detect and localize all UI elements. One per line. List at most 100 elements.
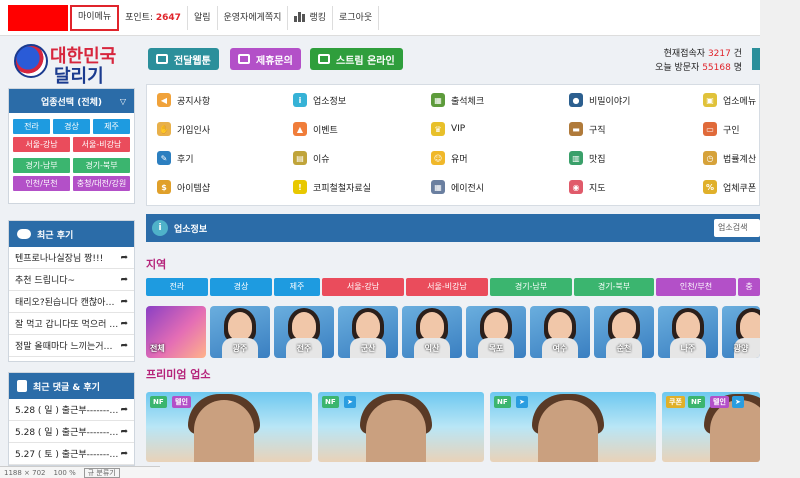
logout-link[interactable]: 로그아웃 xyxy=(333,5,380,30)
region-thumbnail[interactable]: 여수 xyxy=(530,306,590,358)
menu-item-14[interactable]: ▥ 맛집 xyxy=(569,148,606,168)
partnership-label: 제휴문의 xyxy=(256,55,293,67)
menu-item-10[interactable]: ▭ 구인 xyxy=(703,119,740,139)
partnership-button[interactable]: 제휴문의 xyxy=(230,48,301,70)
premium-tag: 텔인 xyxy=(710,396,729,408)
menu-item-15[interactable]: ◷ 법률계산 xyxy=(703,148,756,168)
model-face xyxy=(292,312,316,340)
menu-item-9[interactable]: ▬ 구직 xyxy=(569,119,606,139)
chat-bubble-icon xyxy=(17,229,31,239)
menu-item-12[interactable]: ▤ 이슈 xyxy=(293,148,330,168)
sidebar-region-button[interactable]: 인천/부천 xyxy=(13,176,70,191)
site-logo[interactable]: 대한민국 달리기 xyxy=(12,42,132,87)
premium-card[interactable]: 쿠폰 NF 텔인 ➤ xyxy=(662,392,760,462)
menu-item-6[interactable]: ✋ 가입인사 xyxy=(157,119,210,139)
sidebar-region-button[interactable]: 충청/대전/강원 xyxy=(73,176,130,191)
right-scrollbar-area xyxy=(760,0,800,478)
store-search-select[interactable]: 업소검색 xyxy=(714,219,760,237)
store-info-bar: i 업소정보 업소검색 xyxy=(146,214,760,242)
points-link[interactable]: 포인트: 2647 xyxy=(119,5,188,30)
region-tab[interactable]: 경상 xyxy=(210,278,272,296)
alarm-link[interactable]: 알림 xyxy=(188,5,218,30)
region-tab[interactable]: 전라 xyxy=(146,278,208,296)
menu-item-16[interactable]: $ 아이템샵 xyxy=(157,177,210,197)
premium-card[interactable]: NF ➤ xyxy=(490,392,656,462)
region-tab[interactable]: 경기-북부 xyxy=(574,278,654,296)
menu-item-17[interactable]: ! 코피철철자료실 xyxy=(293,177,371,197)
region-thumbnail[interactable]: 군산 xyxy=(338,306,398,358)
review-list-item[interactable]: 정말 올때마다 느끼는거지만... ➦ xyxy=(9,335,134,357)
menu-item-20[interactable]: % 업체쿠폰 xyxy=(703,177,756,197)
premium-card[interactable]: NF 텔인 xyxy=(146,392,312,462)
menu-item-8[interactable]: ♛ VIP xyxy=(431,119,465,139)
region-tab[interactable]: 서울-비강남 xyxy=(406,278,488,296)
region-thumbnail[interactable]: 목포 xyxy=(466,306,526,358)
model-face xyxy=(548,312,572,340)
sidebar-region-button[interactable]: 경상 xyxy=(53,119,90,134)
top-nav: 마이메뉴 포인트: 2647 알림 운영자에게쪽지 랭킹 로그아웃 xyxy=(68,0,380,35)
webtoon-label: 전달웹툰 xyxy=(174,55,211,67)
region-thumbnail-label: 목포 xyxy=(488,344,504,353)
share-arrow-icon: ➦ xyxy=(120,404,128,415)
category-select[interactable]: 업종선택 (전체) ▽ xyxy=(9,89,134,113)
review-title: 텐프로나나실장님 짱!!! xyxy=(15,254,104,264)
menu-item-4[interactable]: ● 비밀이야기 xyxy=(569,90,630,110)
menu-item-19[interactable]: ◉ 지도 xyxy=(569,177,606,197)
premium-model xyxy=(366,400,426,462)
menu-item-13[interactable]: ☺ 유머 xyxy=(431,148,468,168)
premium-tag: ➤ xyxy=(732,396,744,408)
my-menu-link[interactable]: 마이메뉴 xyxy=(70,4,120,31)
region-thumbnail[interactable]: 전주 xyxy=(274,306,334,358)
menu-item-1[interactable]: ◀ 공지사항 xyxy=(157,90,210,110)
menu-item-18[interactable]: ▦ 에이전시 xyxy=(431,177,484,197)
premium-card[interactable]: NF ➤ xyxy=(318,392,484,462)
region-thumbnail[interactable]: 전체 xyxy=(146,306,206,358)
menu-item-label: 구직 xyxy=(589,125,606,136)
top-bar: 마이메뉴 포인트: 2647 알림 운영자에게쪽지 랭킹 로그아웃 xyxy=(0,0,760,36)
ranking-link[interactable]: 랭킹 xyxy=(288,5,334,30)
review-list-item[interactable]: 태리오?된습니다 캔찮아요... ➦ xyxy=(9,291,134,313)
region-thumbnail[interactable]: 광양 xyxy=(722,306,760,358)
menu-item-7[interactable]: ▲ 이벤트 xyxy=(293,119,338,139)
model-face xyxy=(228,312,252,340)
region-thumbnail[interactable]: 익산 xyxy=(402,306,462,358)
comment-list-item[interactable]: 5.28 ( 일 ) 출근부---------------➦ xyxy=(9,421,134,443)
status-button[interactable]: 규 분류기 xyxy=(83,467,120,478)
category-panel: 업종선택 (전체) ▽ 전라 경상 제주서울-강남 서울-비강남 경기-남부 경기-북부 인… xyxy=(8,88,135,204)
region-tab[interactable]: 인천/부천 xyxy=(656,278,736,296)
main-menu-grid: ◀ 공지사항 i 업소정보 ▦ 출석체크 ● 비밀이야기 ▣ 업소메뉴 ✋ 가입인사 ▲ 이벤트 ♛ VIP ▬… xyxy=(146,84,760,206)
menu-item-2[interactable]: i 업소정보 xyxy=(293,90,346,110)
sidebar-region-button[interactable]: 경기-북부 xyxy=(73,158,130,173)
menu-item-11[interactable]: ✎ 후기 xyxy=(157,148,194,168)
sidebar-region-button[interactable]: 전라 xyxy=(13,119,50,134)
review-list-item[interactable]: 추천 드립니다~ ➦ xyxy=(9,269,134,291)
region-thumbnail[interactable]: 순천 xyxy=(594,306,654,358)
region-tab[interactable]: 경기-남부 xyxy=(490,278,572,296)
review-list-item[interactable]: 텐프로나나실장님 짱!!! ➦ xyxy=(9,247,134,269)
region-thumbnail[interactable]: 광주 xyxy=(210,306,270,358)
sidebar-region-button[interactable]: 서울-비강남 xyxy=(73,137,130,152)
sidebar-region-button[interactable]: 경기-남부 xyxy=(13,158,70,173)
menu-item-3[interactable]: ▦ 출석체크 xyxy=(431,90,484,110)
region-tab[interactable]: 서울-강남 xyxy=(322,278,404,296)
menu-item-label: 지도 xyxy=(589,183,606,194)
review-list-item[interactable]: 잘 먹고 갑니다또 먹으러 갈게...➦ xyxy=(9,313,134,335)
coin-icon: $ xyxy=(157,180,171,194)
window-size-text: 1188 × 702 xyxy=(4,468,46,477)
comment-list-item[interactable]: 5.28 ( 일 ) 출근부---------------➦ xyxy=(9,399,134,421)
region-thumbnail[interactable]: 나주 xyxy=(658,306,718,358)
side-tab[interactable] xyxy=(752,48,760,70)
map-pin-icon: ◉ xyxy=(569,180,583,194)
region-tab[interactable]: 제주 xyxy=(274,278,320,296)
admin-message-link[interactable]: 운영자에게쪽지 xyxy=(218,5,289,30)
share-arrow-icon: ➦ xyxy=(120,318,128,329)
webtoon-button[interactable]: 전달웹툰 xyxy=(148,48,219,70)
sidebar-region-button[interactable]: 서울-강남 xyxy=(13,137,70,152)
stream-button[interactable]: 스트림 온라인 xyxy=(310,48,403,70)
region-thumbnail-label: 나주 xyxy=(680,344,696,353)
region-tab[interactable]: 충 xyxy=(738,278,760,296)
sidebar-region-button[interactable]: 제주 xyxy=(93,119,130,134)
menu-item-5[interactable]: ▣ 업소메뉴 xyxy=(703,90,756,110)
comment-list-item[interactable]: 5.27 ( 토 ) 출근부---------------➦ xyxy=(9,443,134,465)
phone-icon xyxy=(17,380,27,392)
